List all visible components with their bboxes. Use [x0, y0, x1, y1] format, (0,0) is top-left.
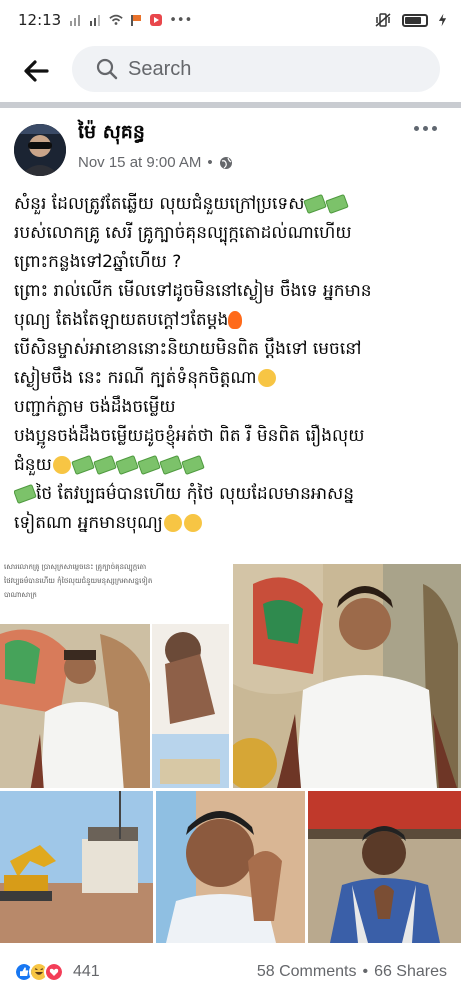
flag-icon: [131, 15, 142, 26]
post-line: ទៀតណា អ្នកមានបុណ្យ: [14, 509, 450, 538]
signal-off-icon: [70, 15, 81, 26]
avatar[interactable]: [14, 124, 66, 176]
battery-icon: [402, 13, 428, 27]
more-dots-icon: [414, 126, 419, 131]
reaction-icons[interactable]: [14, 962, 64, 982]
back-button[interactable]: [16, 51, 56, 91]
post-header: ម៉ៃ សុគន្ធ Nov 15 at 9:00 AM •: [0, 116, 461, 182]
signal-icon: [90, 15, 101, 26]
post-text: សំនួរ ដែលត្រូវតែឆ្លើយ លុយជំនួយក្រៅប្រទេស…: [14, 190, 450, 538]
post-author[interactable]: ម៉ៃ សុគន្ធ: [78, 120, 145, 148]
smirk-emoji-icon: [257, 369, 276, 387]
comments-count[interactable]: 58 Comments: [257, 963, 357, 981]
post-line: បុណ្យ តែងតែឡាយតបក្ដៅៗតែម្ដង: [14, 306, 450, 335]
wifi-icon: [109, 14, 123, 25]
grin-emoji-icon: [183, 514, 202, 532]
money-emoji-icon: [92, 455, 117, 475]
search-input[interactable]: Search: [72, 46, 440, 92]
more-notifications-icon: •••: [169, 12, 193, 28]
back-arrow-icon: [24, 60, 49, 82]
photo-collage[interactable]: សោរលោកគ្រូ ប្រាសុក្រសាម្ដេចនេះ គ្រូក្បាច…: [0, 560, 229, 788]
reactions-bar: 441 58 Comments • 66 Shares: [0, 955, 461, 989]
shares-count[interactable]: 66 Shares: [374, 963, 447, 981]
photo-praying[interactable]: [156, 791, 305, 943]
reaction-count[interactable]: 441: [73, 963, 100, 981]
money-emoji-icon: [70, 455, 95, 475]
post-line: ជំនួយ: [14, 451, 450, 480]
charging-icon: [438, 13, 447, 27]
search-header: Search: [0, 40, 461, 102]
post-line: បើសិនម្ចាស់អាខោននោះនិយាយមិនពិត ប្ដឹងទៅ ម…: [14, 339, 362, 359]
post-line: សំនួរ ដែលត្រូវតែឆ្លើយ លុយជំនួយក្រៅប្រទេស: [14, 190, 450, 219]
main-photo-image: [233, 564, 461, 788]
search-placeholder: Search: [128, 57, 192, 80]
status-time: 12:13: [18, 11, 62, 29]
praying-image: [156, 791, 305, 943]
money-emoji-icon: [325, 194, 350, 214]
post-line: បញ្ជាក់ភ្លាម ចង់ដឹងចម្លើយ: [14, 397, 176, 417]
app-notification-icon: [150, 14, 163, 26]
excavator-image: [0, 791, 153, 943]
post-line: ថៃ តែវប្បធម៌បានហើយ កុំថៃ លុយដែលមានអាសន្ន: [14, 480, 450, 509]
stats-separator: •: [362, 963, 369, 980]
avatar-image: [14, 124, 66, 176]
post-line: បងប្អូនចង់ដឹងចម្លើយដូចខ្ញុំអត់ថា ពិត រឺ …: [14, 426, 365, 446]
fire-emoji-icon: [228, 311, 243, 329]
search-icon: [96, 58, 118, 80]
photo-main[interactable]: [233, 564, 461, 788]
photo-man[interactable]: [308, 791, 461, 943]
money-emoji-icon: [303, 194, 328, 214]
more-options-button[interactable]: [414, 126, 437, 131]
meta-dot: •: [207, 154, 213, 171]
post-line: របស់លោកគ្រូ សេរី គ្រូក្បាច់គុនល្បុក្កតោដ…: [14, 223, 352, 243]
man-image: [308, 791, 461, 943]
post-line: ព្រោះ រាល់លើក មើលទៅដូចមិននៅស្ងៀម ចឹងទេ អ…: [14, 281, 372, 301]
post-line: ព្រោះកន្លងទៅ2ឆ្នាំហើយ ?: [14, 252, 182, 272]
photo-grid: សោរលោកគ្រូ ប្រាសុក្រសាម្ដេចនេះ គ្រូក្បាច…: [0, 560, 461, 945]
money-emoji-icon: [158, 455, 183, 475]
photo-excavator[interactable]: [0, 791, 153, 943]
vibrate-icon: [375, 13, 391, 27]
money-emoji-icon: [114, 455, 139, 475]
laugh-emoji-icon: [163, 514, 182, 532]
header-divider: [0, 102, 461, 108]
surprised-emoji-icon: [52, 456, 71, 474]
money-emoji-icon: [14, 484, 37, 504]
status-icons: •••: [69, 13, 192, 28]
money-emoji-icon: [180, 455, 205, 475]
post-meta: Nov 15 at 9:00 AM •: [78, 154, 233, 171]
love-reaction-icon: [44, 962, 64, 982]
collage-image: [0, 624, 229, 788]
post-line: ស្ងៀមចឹង នេះ ករណី ក្បត់ទំនុកចិត្តណា: [14, 364, 450, 393]
photo-caption: សោរលោកគ្រូ ប្រាសុក្រសាម្ដេចនេះ គ្រូក្បាច…: [4, 563, 153, 599]
engagement-stats: 58 Comments • 66 Shares: [257, 963, 447, 981]
globe-icon: [219, 156, 232, 169]
post-date[interactable]: Nov 15 at 9:00 AM: [78, 154, 201, 171]
money-emoji-icon: [136, 455, 161, 475]
status-bar: 12:13 •••: [0, 0, 461, 40]
